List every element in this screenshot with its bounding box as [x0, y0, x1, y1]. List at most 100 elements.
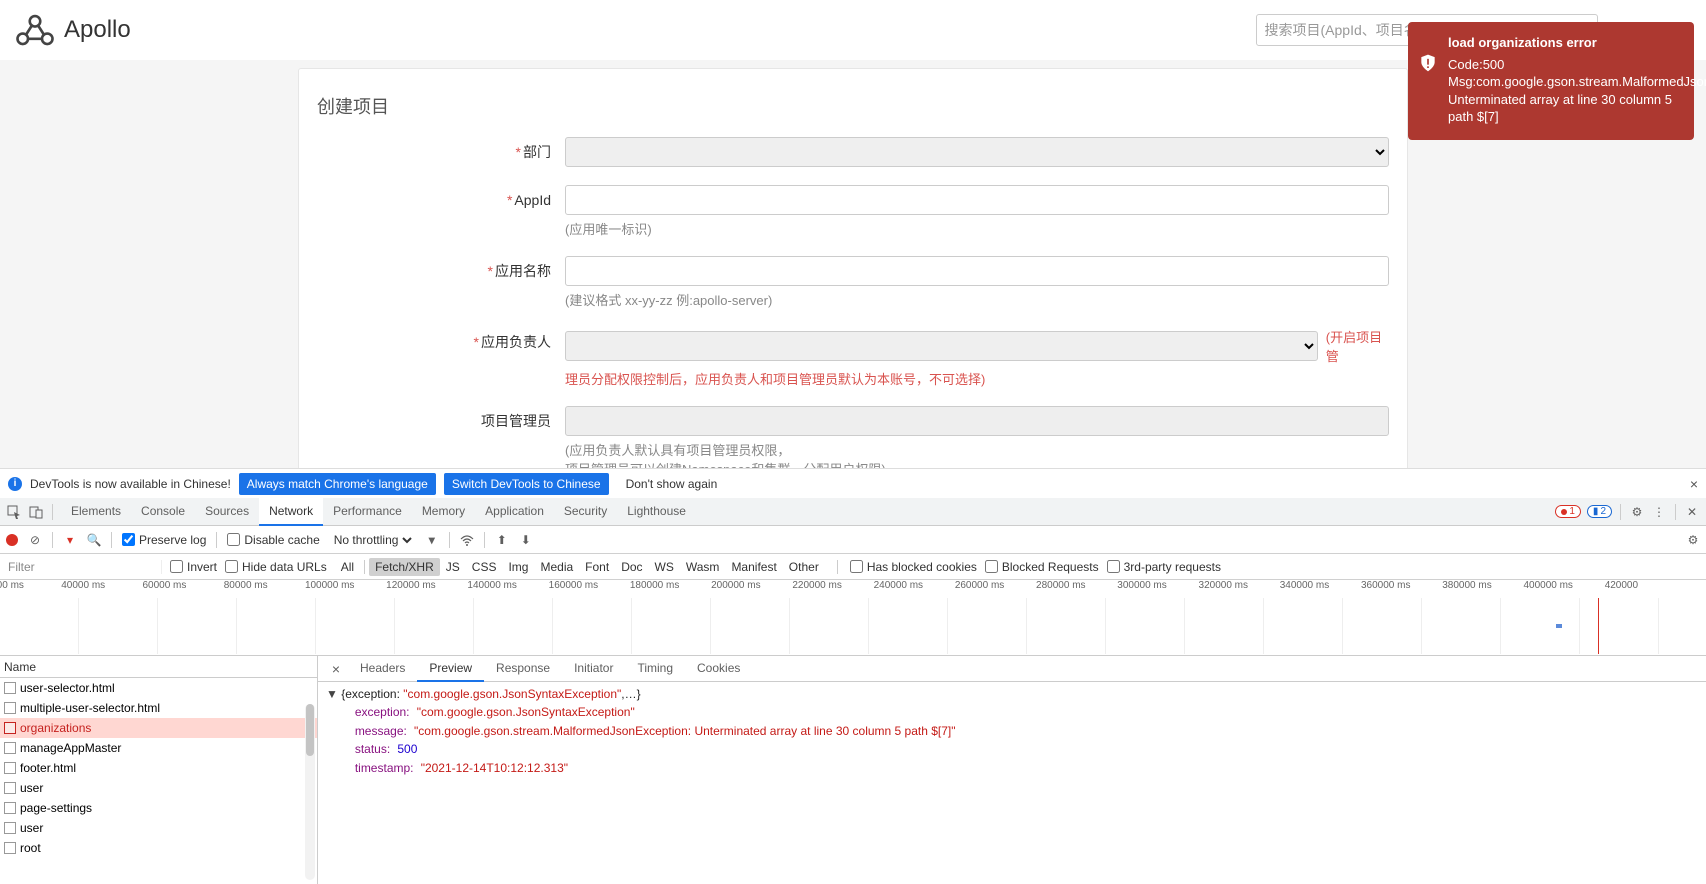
- inspect-icon[interactable]: [6, 504, 22, 520]
- third-party-check[interactable]: 3rd-party requests: [1107, 560, 1221, 574]
- requests-column-name[interactable]: Name: [0, 656, 317, 678]
- detail-tab-preview[interactable]: Preview: [417, 656, 484, 682]
- type-filter-img[interactable]: Img: [502, 558, 534, 576]
- timeline-tick: 160000 ms: [549, 580, 598, 591]
- timeline-tick: 40000 ms: [61, 580, 105, 591]
- owner-select[interactable]: [565, 331, 1318, 361]
- timeline-tick: 180000 ms: [630, 580, 679, 591]
- appid-input[interactable]: [565, 185, 1389, 215]
- brand-text: Apollo: [64, 16, 131, 44]
- issues-badge[interactable]: ▮ 2: [1587, 505, 1612, 518]
- timeline-tick: 120000 ms: [386, 580, 435, 591]
- timeline-tick: 360000 ms: [1361, 580, 1410, 591]
- type-filter-css[interactable]: CSS: [466, 558, 503, 576]
- banner-dont-show-button[interactable]: Don't show again: [617, 472, 727, 496]
- banner-close-icon[interactable]: ×: [1690, 476, 1698, 492]
- request-row[interactable]: multiple-user-selector.html: [0, 698, 317, 718]
- card-title: 创建项目: [317, 69, 1389, 137]
- type-filter-manifest[interactable]: Manifest: [725, 558, 782, 576]
- download-icon[interactable]: ⬇: [519, 533, 533, 547]
- banner-switch-chinese-button[interactable]: Switch DevTools to Chinese: [444, 473, 609, 495]
- request-name: organizations: [20, 721, 91, 735]
- timeline-tick: 400000 ms: [1523, 580, 1572, 591]
- filter-funnel-icon[interactable]: ▾: [63, 533, 77, 547]
- clear-button[interactable]: ⊘: [28, 533, 42, 547]
- type-filter-wasm[interactable]: Wasm: [680, 558, 726, 576]
- response-preview-json[interactable]: ▼ {exception: "com.google.gson.JsonSynta…: [318, 682, 1706, 884]
- type-filter-fetch-xhr[interactable]: Fetch/XHR: [369, 558, 440, 576]
- devtools-tab-application[interactable]: Application: [475, 498, 554, 526]
- request-row[interactable]: user-selector.html: [0, 678, 317, 698]
- type-filter-all[interactable]: All: [335, 558, 360, 576]
- hide-urls-check[interactable]: Hide data URLs: [225, 560, 327, 574]
- preserve-log-check[interactable]: Preserve log: [122, 533, 206, 547]
- toast-line2: Msg:com.google.gson.stream.MalformedJson…: [1448, 73, 1680, 126]
- request-row[interactable]: manageAppMaster: [0, 738, 317, 758]
- devtools-tab-security[interactable]: Security: [554, 498, 617, 526]
- record-button[interactable]: [6, 534, 18, 546]
- request-row[interactable]: organizations: [0, 718, 317, 738]
- brand-logo[interactable]: Apollo: [14, 12, 131, 48]
- upload-icon[interactable]: ⬆: [495, 533, 509, 547]
- disable-cache-check[interactable]: Disable cache: [227, 533, 319, 547]
- network-settings-icon[interactable]: ⚙: [1686, 533, 1700, 547]
- devtools-tab-sources[interactable]: Sources: [195, 498, 259, 526]
- detail-tab-headers[interactable]: Headers: [348, 656, 417, 682]
- devtools-close-icon[interactable]: ✕: [1684, 504, 1700, 520]
- type-filter-media[interactable]: Media: [534, 558, 579, 576]
- admin-input[interactable]: [565, 406, 1389, 436]
- request-list-panel: Name user-selector.htmlmultiple-user-sel…: [0, 656, 318, 884]
- devtools-tab-memory[interactable]: Memory: [412, 498, 475, 526]
- settings-gear-icon[interactable]: ⚙: [1629, 504, 1645, 520]
- network-timeline[interactable]: 20000 ms40000 ms60000 ms80000 ms100000 m…: [0, 580, 1706, 656]
- devtools-tab-console[interactable]: Console: [131, 498, 195, 526]
- detail-tab-cookies[interactable]: Cookies: [685, 656, 752, 682]
- request-row[interactable]: footer.html: [0, 758, 317, 778]
- more-vert-icon[interactable]: ⋮: [1651, 504, 1667, 520]
- wifi-icon[interactable]: [460, 533, 474, 547]
- search-icon[interactable]: 🔍: [87, 533, 101, 547]
- type-filter-js[interactable]: JS: [440, 558, 466, 576]
- devtools-tab-network[interactable]: Network: [259, 498, 323, 526]
- appname-input[interactable]: [565, 256, 1389, 286]
- dept-select[interactable]: [565, 137, 1389, 167]
- throttling-select[interactable]: No throttling: [330, 532, 415, 548]
- type-filter-doc[interactable]: Doc: [615, 558, 648, 576]
- owner-hint: 理员分配权限控制后，应用负责人和项目管理员默认为本账号，不可选择): [565, 369, 1389, 388]
- appname-label: 应用名称: [495, 263, 551, 279]
- request-detail-panel: × HeadersPreviewResponseInitiatorTimingC…: [318, 656, 1706, 884]
- request-row[interactable]: root: [0, 838, 317, 858]
- admin-hint1: (应用负责人默认具有项目管理员权限，: [565, 440, 1389, 459]
- type-filter-font[interactable]: Font: [579, 558, 615, 576]
- devtools-tab-lighthouse[interactable]: Lighthouse: [617, 498, 696, 526]
- type-filter-ws[interactable]: WS: [649, 558, 680, 576]
- detail-close-icon[interactable]: ×: [324, 661, 348, 677]
- device-toggle-icon[interactable]: [28, 504, 44, 520]
- network-filter-row: Filter Invert Hide data URLs All Fetch/XH…: [0, 554, 1706, 580]
- blocked-req-check[interactable]: Blocked Requests: [985, 560, 1099, 574]
- errors-badge[interactable]: 1: [1555, 505, 1581, 518]
- request-list-scrollbar[interactable]: [305, 704, 315, 880]
- create-project-card: 创建项目 *部门 *AppId (应用唯一标识) *应用名称 (建议格式 xx-…: [298, 68, 1408, 527]
- invert-check[interactable]: Invert: [170, 560, 217, 574]
- shield-alert-icon: [1418, 52, 1438, 74]
- admin-label: 项目管理员: [481, 413, 551, 429]
- detail-tab-timing[interactable]: Timing: [625, 656, 685, 682]
- timeline-tick: 380000 ms: [1442, 580, 1491, 591]
- devtools-tab-performance[interactable]: Performance: [323, 498, 412, 526]
- request-row[interactable]: user: [0, 778, 317, 798]
- banner-match-lang-button[interactable]: Always match Chrome's language: [239, 473, 436, 495]
- timeline-tick: 240000 ms: [874, 580, 923, 591]
- info-icon: i: [8, 477, 22, 491]
- detail-tab-initiator[interactable]: Initiator: [562, 656, 625, 682]
- file-icon: [4, 722, 16, 734]
- blocked-cookies-check[interactable]: Has blocked cookies: [850, 560, 977, 574]
- filter-input[interactable]: Filter: [4, 560, 162, 574]
- type-filter-other[interactable]: Other: [783, 558, 825, 576]
- request-row[interactable]: user: [0, 818, 317, 838]
- devtools-tab-elements[interactable]: Elements: [61, 498, 131, 526]
- request-row[interactable]: page-settings: [0, 798, 317, 818]
- app-pane: Apollo 搜索项目(AppId、项目名) ? 帮助 La 创建项目 *部门 …: [0, 0, 1706, 468]
- detail-tab-response[interactable]: Response: [484, 656, 562, 682]
- timeline-current-marker: [1598, 598, 1599, 654]
